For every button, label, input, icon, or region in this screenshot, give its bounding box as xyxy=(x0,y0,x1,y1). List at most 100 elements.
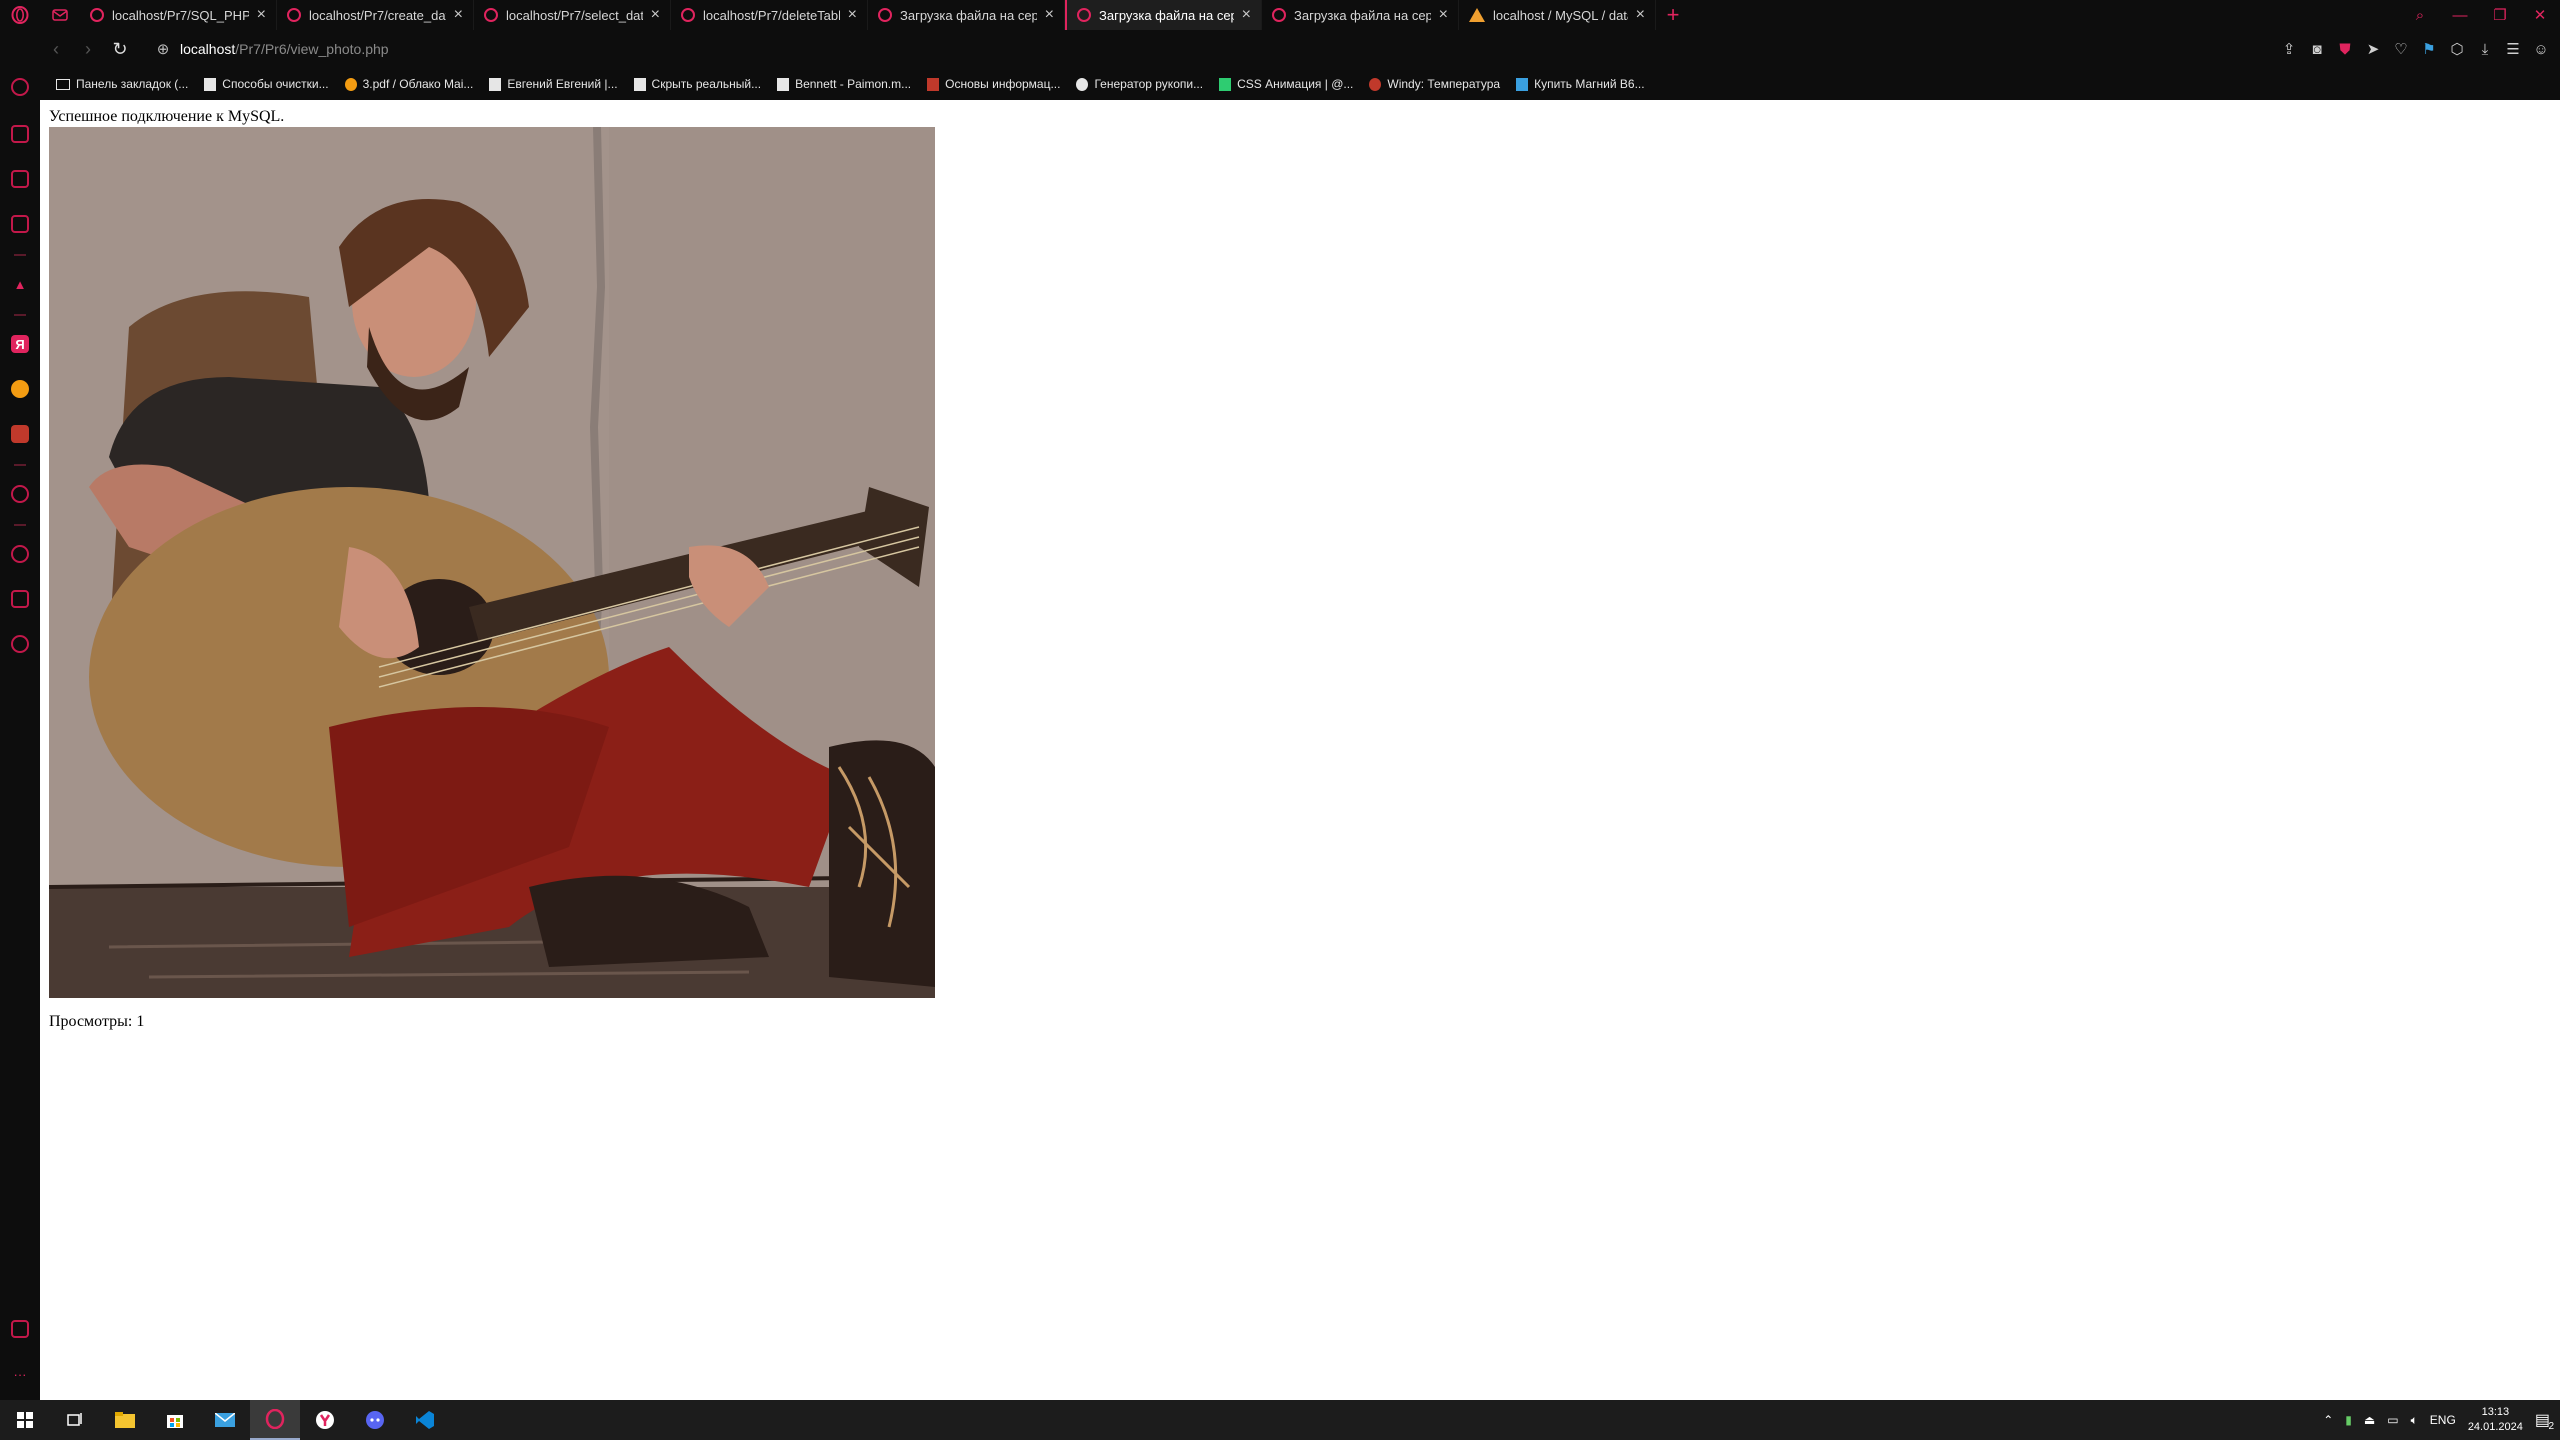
close-icon[interactable]: × xyxy=(1045,6,1054,24)
browser-tab[interactable]: Загрузка файла на сервер × xyxy=(1262,0,1459,30)
bookmark-label: Купить Магний B6... xyxy=(1534,77,1645,91)
opera-menu-icon[interactable] xyxy=(0,0,40,30)
task-view-icon[interactable] xyxy=(50,1400,100,1440)
sidebar-divider xyxy=(14,464,26,466)
browser-tab[interactable]: localhost / MySQL / databa × xyxy=(1459,0,1656,30)
search-tabs-icon[interactable]: ⌕ xyxy=(2400,0,2440,30)
volume-icon[interactable]: 🔈︎ xyxy=(2411,1413,2418,1428)
bookmark-item[interactable]: Панель закладок (... xyxy=(56,77,188,91)
windy-icon xyxy=(1369,77,1382,91)
bookmark-item[interactable]: CSS Анимация | @... xyxy=(1219,77,1353,91)
more-icon[interactable]: ··· xyxy=(11,1365,29,1383)
page-content: Успешное подключение к MySQL. Просмотры:… xyxy=(40,100,2560,1400)
browser-tab[interactable]: Загрузка файла на сервер × xyxy=(868,0,1065,30)
youtube-icon xyxy=(927,77,940,91)
restore-icon[interactable]: ❐ xyxy=(2480,0,2520,30)
discord-icon[interactable] xyxy=(350,1400,400,1440)
close-icon[interactable]: × xyxy=(1636,6,1645,24)
bookmark-item[interactable]: Способы очистки... xyxy=(204,77,329,91)
instagram-icon[interactable] xyxy=(11,215,29,233)
close-icon[interactable]: × xyxy=(848,6,857,24)
bookmark-label: Генератор рукопи... xyxy=(1094,77,1204,91)
wallpaper-icon[interactable] xyxy=(11,1320,29,1338)
site-info-icon[interactable]: ⊕ xyxy=(146,40,180,58)
browser-tab[interactable]: localhost/Pr7/select_data × xyxy=(474,0,671,30)
new-tab-button[interactable]: + xyxy=(1656,0,1690,30)
bookmark-item[interactable]: 3.pdf / Облако Mai... xyxy=(344,77,473,91)
windows-taskbar: ⌃ ▮ ⏏ ▭ 🔈︎ ENG 13:13 24.01.2024 ▤ 2 xyxy=(0,1400,2560,1440)
package-icon[interactable]: ⬡ xyxy=(2448,40,2466,58)
tab-title: localhost/Pr7/create_datab xyxy=(309,7,446,23)
bookmark-item[interactable]: Bennett - Paimon.m... xyxy=(777,77,911,91)
settings-icon[interactable] xyxy=(11,635,29,653)
browser-tab[interactable]: localhost/Pr7/create_datab × xyxy=(277,0,474,30)
flag-icon[interactable]: ⚑ xyxy=(2420,40,2438,58)
network-icon[interactable]: ▭ xyxy=(2387,1413,2398,1427)
tab-title: localhost/Pr7/deleteTableP xyxy=(703,7,840,23)
forward-icon[interactable]: › xyxy=(72,39,104,60)
bookmark-item[interactable]: Основы информац... xyxy=(927,77,1060,91)
tab-title: Загрузка файла на сервер xyxy=(900,7,1037,23)
language-indicator[interactable]: ENG xyxy=(2430,1413,2456,1427)
back-icon[interactable]: ‹ xyxy=(40,39,72,60)
microsoft-store-icon[interactable] xyxy=(150,1400,200,1440)
notification-icon[interactable]: ▤ 2 xyxy=(2535,1410,2554,1432)
close-icon[interactable]: × xyxy=(257,6,266,24)
close-icon[interactable]: × xyxy=(454,6,463,24)
profile-icon[interactable]: ☺ xyxy=(2532,41,2550,58)
aria-icon[interactable]: ▲ xyxy=(11,275,29,293)
tab-title: localhost / MySQL / databa xyxy=(1493,7,1628,23)
bookmark-item[interactable]: Скрыть реальный... xyxy=(633,77,761,91)
menu-icon[interactable]: ☰ xyxy=(2504,40,2522,58)
browser-tab[interactable]: localhost/Pr7/SQL_PHP.php × xyxy=(80,0,277,30)
close-icon[interactable]: × xyxy=(651,6,660,24)
extensions-icon[interactable] xyxy=(11,590,29,608)
opera-page-icon xyxy=(90,8,104,22)
clock-date: 24.01.2024 xyxy=(2467,1421,2523,1433)
browser-tab[interactable]: localhost/Pr7/deleteTableP × xyxy=(671,0,868,30)
url-field[interactable]: localhost/Pr7/Pr6/view_photo.php xyxy=(180,41,389,57)
shopping-icon[interactable] xyxy=(11,125,29,143)
vscode-icon[interactable] xyxy=(400,1400,450,1440)
usb-icon[interactable]: ⏏ xyxy=(2364,1413,2375,1427)
close-window-icon[interactable]: ✕ xyxy=(2520,0,2560,30)
bookmark-label: Панель закладок (... xyxy=(76,77,189,91)
close-icon[interactable]: × xyxy=(1242,6,1251,24)
snapshot-icon[interactable]: ◙ xyxy=(2308,41,2326,58)
windows-start-icon[interactable] xyxy=(0,1400,50,1440)
yandex-icon[interactable]: Я xyxy=(11,335,29,353)
sidebar-divider xyxy=(14,524,26,526)
download-icon[interactable]: ⤓ xyxy=(2476,41,2494,58)
sidebar: ▲ Я ··· xyxy=(0,30,40,1400)
browser-tab-active[interactable]: Загрузка файла на сервер × xyxy=(1065,0,1262,30)
battery-icon[interactable]: ▮ xyxy=(2345,1413,2352,1427)
history-icon[interactable] xyxy=(11,545,29,563)
window-controls: ⌕ — ❐ ✕ xyxy=(2400,0,2560,30)
bookmark-item[interactable]: Купить Магний B6... xyxy=(1516,77,1645,91)
music-icon[interactable] xyxy=(11,425,29,443)
chevron-up-icon[interactable]: ⌃ xyxy=(2323,1413,2333,1427)
tab-island-icon[interactable] xyxy=(40,0,80,30)
opera-taskbar-icon[interactable] xyxy=(250,1400,300,1440)
messenger-icon[interactable] xyxy=(11,485,29,503)
mail-icon[interactable] xyxy=(200,1400,250,1440)
send-icon[interactable]: ➤ xyxy=(2364,40,2382,58)
yandex-mail-icon[interactable] xyxy=(11,380,29,398)
yandex-browser-icon[interactable] xyxy=(300,1400,350,1440)
twitch-icon[interactable] xyxy=(11,170,29,188)
file-explorer-icon[interactable] xyxy=(100,1400,150,1440)
share-icon[interactable]: ⇪ xyxy=(2280,40,2298,58)
heart-icon[interactable]: ♡ xyxy=(2392,40,2410,58)
bookmark-label: Bennett - Paimon.m... xyxy=(795,77,912,91)
minimize-icon[interactable]: — xyxy=(2440,0,2480,30)
close-icon[interactable]: × xyxy=(1439,6,1448,24)
reload-icon[interactable]: ↻ xyxy=(104,39,136,60)
bookmark-item[interactable]: Windy: Температура xyxy=(1369,77,1500,91)
clock[interactable]: 13:13 24.01.2024 xyxy=(2468,1405,2523,1435)
uploaded-photo xyxy=(49,127,935,998)
bookmark-item[interactable]: Генератор рукопи... xyxy=(1076,77,1203,91)
system-tray: ⌃ ▮ ⏏ ▭ 🔈︎ ENG 13:13 24.01.2024 ▤ 2 xyxy=(2323,1400,2560,1440)
adblock-icon[interactable]: ⛊ xyxy=(2336,41,2354,58)
bookmark-item[interactable]: Евгений Евгений |... xyxy=(489,77,618,91)
speed-dial-icon[interactable] xyxy=(11,78,29,96)
